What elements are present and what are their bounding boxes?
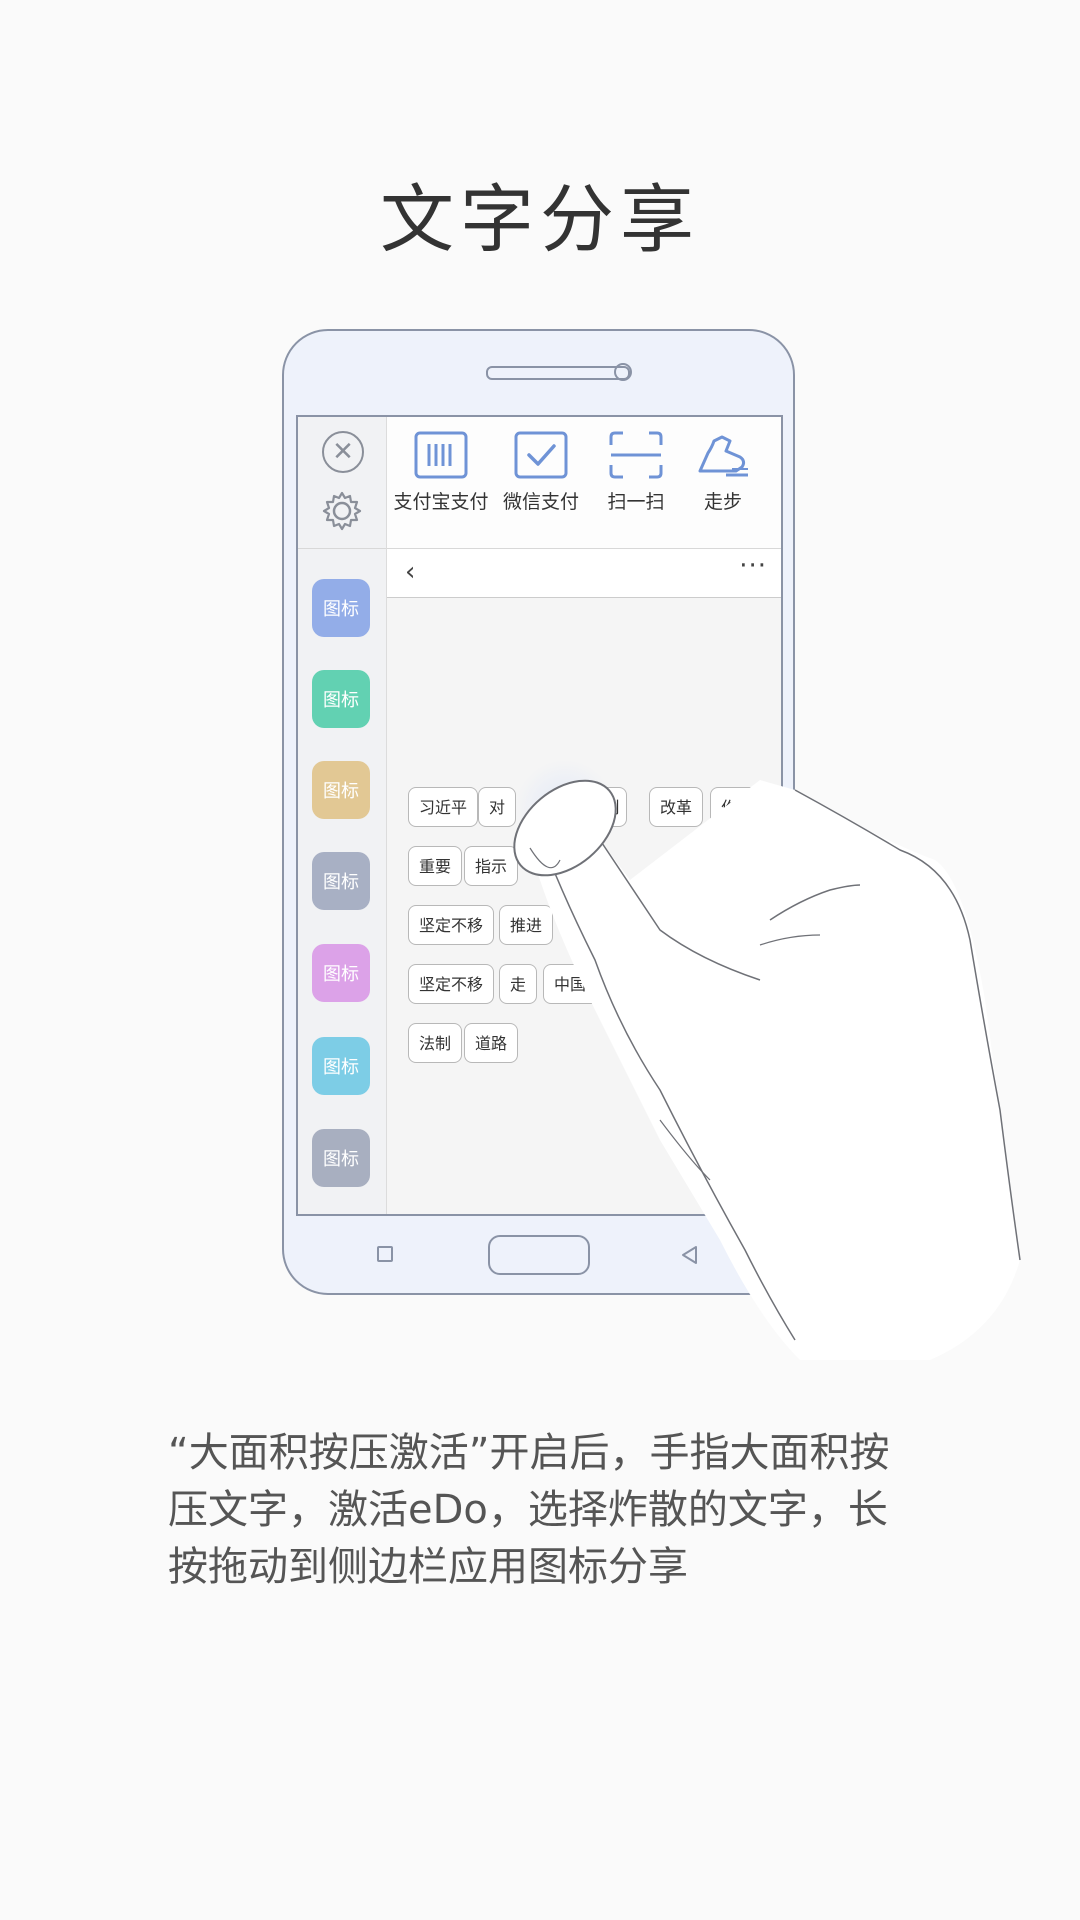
word-chip[interactable]: 对 xyxy=(478,787,517,827)
word-chip[interactable]: 重要 xyxy=(408,846,463,886)
scan-icon xyxy=(609,431,663,479)
word-chip[interactable]: 刂 xyxy=(593,787,627,827)
close-icon[interactable]: ✕ xyxy=(322,431,364,473)
phone-screen: ✕ 图标 图标 图标 图标 图标 图标 图标 支付宝支付 微信支付 扫一扫 走步… xyxy=(296,415,783,1216)
word-chip[interactable] xyxy=(688,905,716,945)
wechat-pay-label: 微信支付 xyxy=(502,491,579,513)
word-chip[interactable]: 走 xyxy=(499,964,538,1004)
walk-button[interactable]: 走步 xyxy=(673,431,773,514)
sidebar-app-tile[interactable]: 图标 xyxy=(312,579,370,637)
word-chip[interactable]: 坚定不移 xyxy=(408,905,495,945)
sidebar-app-tile[interactable]: 图标 xyxy=(312,670,370,728)
word-chip[interactable]: 作出 xyxy=(710,787,765,827)
alipay-label: 支付宝支付 xyxy=(393,491,489,513)
home-button[interactable] xyxy=(488,1235,590,1275)
nav-bar: ‹ ··· xyxy=(387,549,781,598)
quick-toolbar: 支付宝支付 微信支付 扫一扫 走步 xyxy=(387,417,781,549)
word-chip[interactable]: 习近平 xyxy=(408,787,479,827)
wechat-pay-button[interactable]: 微信支付 xyxy=(491,431,591,514)
checkbox-icon xyxy=(514,431,568,479)
barcode-icon xyxy=(414,431,468,479)
word-chip[interactable]: 道路 xyxy=(464,1023,519,1063)
gear-icon[interactable] xyxy=(320,489,364,533)
scan-button[interactable]: 扫一扫 xyxy=(586,431,686,514)
back-icon[interactable]: ‹ xyxy=(405,557,415,587)
sidebar-app-tile[interactable]: 图标 xyxy=(312,852,370,910)
sidebar-app-tile[interactable]: 图标 xyxy=(312,1037,370,1095)
back-triangle-icon[interactable] xyxy=(680,1245,700,1265)
word-chip[interactable]: 推进 xyxy=(499,905,554,945)
description-text: “大面积按压激活”开启后，手指大面积按压文字，激活eDo，选择炸散的文字，长按拖… xyxy=(168,1430,890,1590)
word-chip[interactable]: 坚定不移 xyxy=(408,964,495,1004)
word-chip[interactable]: 法制 xyxy=(408,1023,463,1063)
word-chip[interactable]: 指示 xyxy=(464,846,519,886)
page-title: 文字分享 xyxy=(380,177,700,263)
recent-apps-icon[interactable] xyxy=(377,1246,393,1262)
walk-label: 走步 xyxy=(703,491,742,513)
phone-speaker xyxy=(486,366,630,380)
scan-label: 扫一扫 xyxy=(607,491,665,513)
word-chip[interactable]: 改革 xyxy=(649,787,704,827)
sidebar-app-tile[interactable]: 图标 xyxy=(312,944,370,1002)
sidebar: ✕ 图标 图标 图标 图标 图标 图标 图标 xyxy=(298,417,387,1214)
sidebar-app-tile[interactable]: 图标 xyxy=(312,1129,370,1187)
alipay-button[interactable]: 支付宝支付 xyxy=(391,431,491,514)
sidebar-app-tile[interactable]: 图标 xyxy=(312,761,370,819)
shoe-icon xyxy=(698,435,748,477)
phone-camera xyxy=(614,363,632,381)
sidebar-header: ✕ xyxy=(298,417,386,549)
more-icon[interactable]: ··· xyxy=(739,551,767,581)
word-chip[interactable]: 中国特 xyxy=(543,964,613,1004)
